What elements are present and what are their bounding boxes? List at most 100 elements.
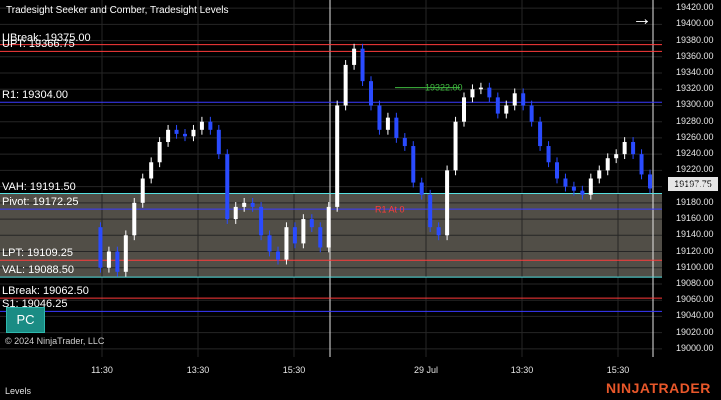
y-tick-label: 19020.00 <box>676 326 714 337</box>
candle-body <box>622 141 627 155</box>
candle-body <box>242 202 247 207</box>
y-tick-label: 19140.00 <box>676 229 714 240</box>
candle-body <box>546 146 551 163</box>
candle-body <box>478 87 483 90</box>
y-tick-label: 19160.00 <box>676 213 714 224</box>
candle-body <box>394 117 399 138</box>
candle-body <box>191 129 196 137</box>
candle-body <box>106 251 111 268</box>
y-tick-label: 19000.00 <box>676 342 714 353</box>
y-tick-label: 19060.00 <box>676 294 714 305</box>
candle-body <box>571 186 576 191</box>
y-tick-label: 19200.00 <box>676 180 714 191</box>
chart-title: Tradesight Seeker and Comber, Tradesight… <box>6 5 229 16</box>
candle-body <box>149 162 154 179</box>
candle-body <box>267 235 272 252</box>
copyright-text: © 2024 NinjaTrader, LLC <box>5 336 105 346</box>
candle-body <box>495 97 500 114</box>
y-tick-label: 19240.00 <box>676 148 714 159</box>
candle-body <box>352 48 357 65</box>
candle-body <box>157 141 162 163</box>
y-tick-label: 19220.00 <box>676 164 714 175</box>
x-tick-label: 13:30 <box>186 365 210 375</box>
candle-body <box>419 182 424 195</box>
y-tick-label: 19340.00 <box>676 67 714 78</box>
y-tick-label: 19380.00 <box>676 34 714 45</box>
candle-body <box>123 235 128 272</box>
candle-body <box>639 154 644 175</box>
x-tick-label: 11:30 <box>91 365 113 375</box>
candle-body <box>183 133 187 137</box>
candle-body <box>166 129 171 142</box>
candle-body <box>605 158 610 171</box>
candle-body <box>309 219 314 228</box>
level-label: LBreak: 19062.50 <box>2 285 89 298</box>
pc-button[interactable]: PC <box>6 307 45 333</box>
candle-body <box>199 121 204 130</box>
brand-logo: NINJATRADER <box>606 380 711 396</box>
candle-body <box>208 121 213 130</box>
level-label: UPT: 19366.75 <box>2 38 75 51</box>
y-tick-label: 19420.00 <box>676 2 714 13</box>
x-tick-label: 15:30 <box>282 365 306 375</box>
candle-body <box>538 121 543 147</box>
y-tick-label: 19360.00 <box>676 50 714 61</box>
candle-body <box>140 178 145 203</box>
panel-label: Levels <box>5 386 32 396</box>
candle-body <box>436 227 441 236</box>
price-chart[interactable]: 19322.00R1 At 0 <box>0 0 721 400</box>
candle-body <box>292 227 297 244</box>
candle-body <box>445 170 450 236</box>
candle-body <box>377 105 382 130</box>
candle-body <box>335 105 340 207</box>
x-tick-label: 15:30 <box>606 365 630 375</box>
candle-body <box>216 129 221 155</box>
y-tick-label: 19180.00 <box>676 196 714 207</box>
candle-body <box>512 93 517 106</box>
level-label: Pivot: 19172.25 <box>2 196 79 209</box>
candle-body <box>614 154 619 159</box>
candle-body <box>115 251 120 272</box>
candle-body <box>402 137 407 147</box>
candle-body <box>174 129 179 134</box>
y-tick-label: 19320.00 <box>676 83 714 94</box>
candle-body <box>259 206 264 236</box>
candle-body <box>555 162 559 179</box>
candle-body <box>504 105 509 114</box>
candle-body <box>318 227 323 248</box>
y-tick-label: 19400.00 <box>676 18 714 29</box>
arrow-right-icon[interactable]: → <box>630 8 654 32</box>
y-tick-label: 19280.00 <box>676 115 714 126</box>
candle-body <box>529 105 534 122</box>
level-label: VAL: 19088.50 <box>2 264 74 277</box>
level-label: S1: 19046.25 <box>2 298 68 311</box>
candle-body <box>250 202 255 207</box>
y-tick-label: 19300.00 <box>676 99 714 110</box>
candle-body <box>301 219 306 244</box>
level-label: LPT: 19109.25 <box>2 247 73 260</box>
candle-body <box>462 97 466 122</box>
candle-body <box>326 206 331 248</box>
candle-body <box>470 89 475 98</box>
x-tick-label: 29 Jul <box>413 365 439 375</box>
x-tick-label: 13:30 <box>510 365 534 375</box>
candle-body <box>233 206 238 220</box>
candle-body <box>385 117 390 130</box>
y-tick-label: 19260.00 <box>676 131 714 142</box>
candle-body <box>428 194 433 228</box>
level-label: R1: 19304.00 <box>2 89 69 102</box>
candle-body <box>284 227 289 260</box>
level-label: VAH: 19191.50 <box>2 180 76 193</box>
y-tick-label: 19120.00 <box>676 245 714 256</box>
candle-body <box>453 121 458 171</box>
candle-body <box>411 146 416 183</box>
candle-body <box>360 48 365 82</box>
candle-body <box>276 251 280 260</box>
y-tick-label: 19100.00 <box>676 261 714 272</box>
candle-body <box>648 174 652 189</box>
candle-body <box>588 178 593 195</box>
candle-body <box>563 178 568 187</box>
candle-body <box>369 81 373 106</box>
candle-body <box>631 141 636 155</box>
candle-body <box>487 87 492 98</box>
